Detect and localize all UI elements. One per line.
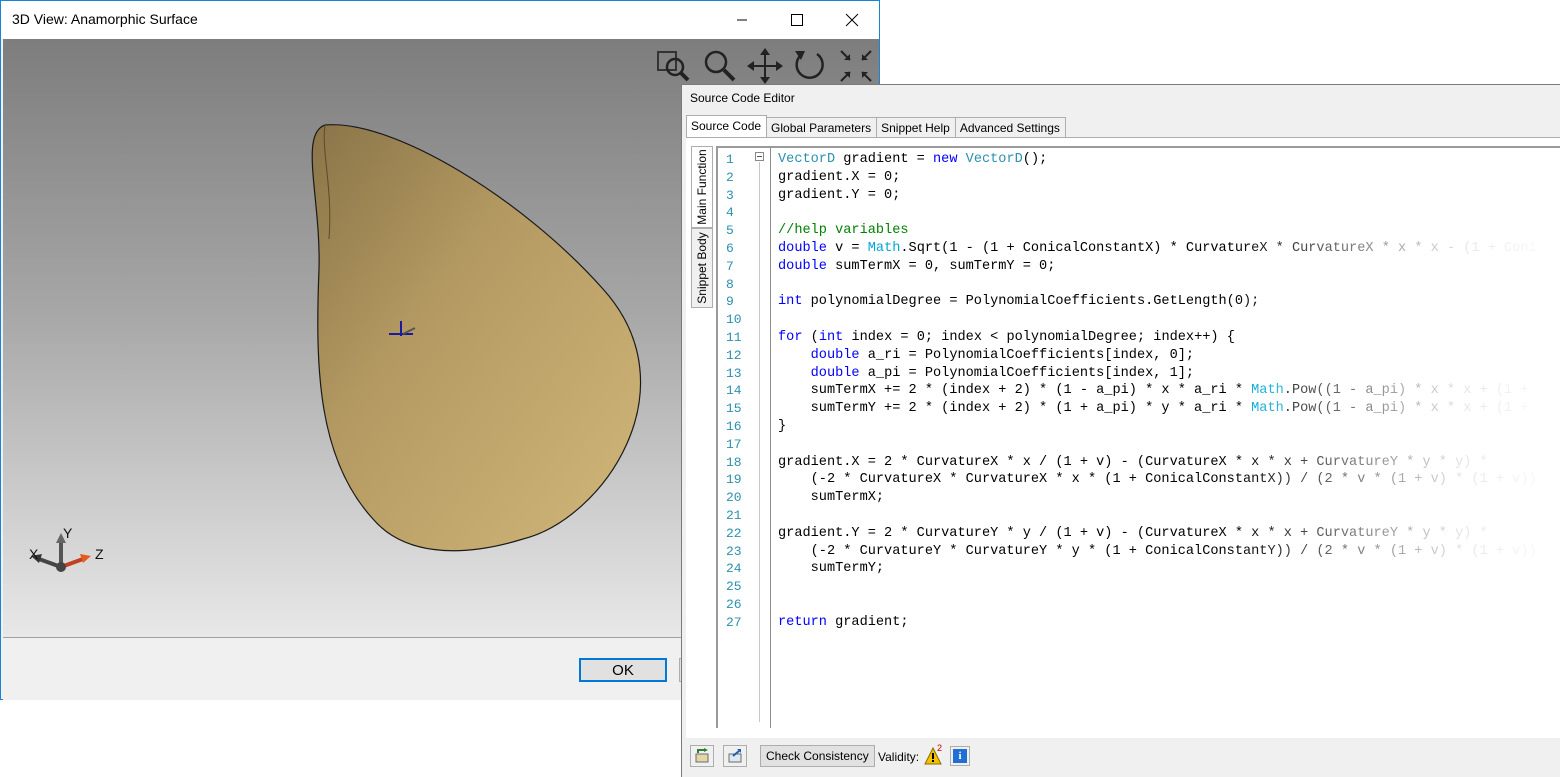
axis-label-x: X: [29, 546, 39, 562]
ok-button[interactable]: OK: [579, 658, 667, 682]
editor-bottom-bar: Check Consistency Validity: 2 i: [686, 743, 1560, 775]
code-editor[interactable]: 1 2 3 4 5 6 7 8 9 10 11 12 13 14 15 16 17 18 19 20 21 22 23 24 2…: [716, 146, 1560, 728]
info-icon: i: [953, 749, 967, 763]
import-icon: [695, 748, 709, 763]
line-number: 8: [726, 276, 734, 292]
code-line: return gradient;: [778, 614, 909, 630]
code-line: (-2 * CurvatureY * CurvatureY * y * (1 +…: [778, 543, 1537, 559]
minimize-button[interactable]: [714, 1, 770, 39]
code-line: gradient.Y = 0;: [778, 187, 901, 203]
side-tab-label: Main Function: [695, 149, 709, 225]
line-number: 15: [726, 401, 742, 417]
side-tab-snippet-body[interactable]: Snippet Body: [691, 228, 713, 308]
editor-fade-overlay: [1233, 148, 1560, 728]
minimize-icon: [737, 19, 747, 21]
source-code-panel: Main Function Snippet Body 1 2 3 4 5 6 7 8 9 10 11…: [686, 137, 1560, 738]
line-number: 26: [726, 597, 742, 612]
code-line: sumTermX += 2 * (index + 2) * (1 - a_pi)…: [778, 383, 1529, 399]
code-line: sumTermY += 2 * (index + 2) * (1 + a_pi)…: [778, 401, 1529, 417]
line-number: 18: [726, 454, 742, 470]
line-number: 27: [726, 614, 742, 630]
line-number: 21: [726, 508, 742, 523]
code-line: }: [778, 419, 787, 434]
line-number: 20: [726, 490, 742, 506]
side-tab-label: Snippet Body: [695, 232, 709, 304]
side-tab-main-function[interactable]: Main Function: [691, 146, 713, 228]
line-number: 5: [726, 223, 734, 239]
close-button[interactable]: [824, 1, 880, 39]
info-button[interactable]: i: [950, 746, 970, 766]
line-number: 1: [726, 152, 734, 167]
line-number: 9: [726, 294, 734, 310]
code-line: gradient.Y = 2 * CurvatureY * y / (1 + v…: [778, 525, 1488, 541]
editor-tabs: Source Code Global Parameters Snippet He…: [686, 115, 1066, 141]
code-line: double sumTermX = 0, sumTermY = 0;: [778, 258, 1056, 274]
line-number: 14: [726, 383, 742, 399]
import-button[interactable]: [690, 745, 714, 767]
fold-guide: [759, 162, 760, 722]
line-number: 10: [726, 312, 742, 328]
line-number: 6: [726, 241, 734, 256]
export-button[interactable]: [723, 745, 747, 767]
code-line: sumTermY;: [778, 561, 885, 577]
line-number: 12: [726, 347, 742, 363]
maximize-button[interactable]: [769, 1, 825, 39]
line-number: 2: [726, 169, 734, 185]
code-line: double a_pi = PolynomialCoefficients[ind…: [810, 365, 1195, 381]
line-number: 19: [726, 472, 742, 488]
source-code-editor-window: Source Code Editor Source Code Global Pa…: [681, 84, 1560, 777]
code-line: double a_ri = PolynomialCoefficients[ind…: [810, 347, 1195, 363]
code-line: gradient.X = 0;: [778, 169, 901, 185]
editor-title: Source Code Editor: [690, 91, 795, 105]
line-number: 16: [726, 419, 742, 434]
validity-label: Validity:: [878, 750, 920, 764]
line-number: 11: [726, 330, 742, 345]
line-number: 25: [726, 579, 742, 595]
code-line: sumTermX;: [778, 490, 885, 506]
line-number: 13: [726, 365, 742, 381]
code-line: int polynomialDegree = PolynomialCoeffic…: [778, 294, 1260, 310]
line-number: 3: [726, 187, 734, 203]
title-bar: 3D View: Anamorphic Surface: [1, 1, 879, 39]
code-line: //help variables: [778, 223, 909, 239]
line-number: 17: [726, 436, 742, 452]
line-number: 4: [726, 205, 734, 221]
warning-count: 2: [937, 743, 943, 753]
axis-label-y: Y: [63, 525, 73, 541]
check-consistency-button[interactable]: Check Consistency: [760, 745, 875, 767]
code-line: VectorD gradient = new VectorD();: [778, 152, 1048, 167]
axis-triad-icon: Y X Z: [29, 525, 104, 572]
line-number: 7: [726, 258, 734, 274]
close-icon: [845, 13, 859, 27]
code-line: (-2 * CurvatureX * CurvatureX * x * (1 +…: [778, 472, 1537, 488]
fold-toggle-icon[interactable]: [755, 152, 764, 161]
export-icon: [728, 749, 742, 763]
axis-label-z: Z: [95, 546, 104, 562]
code-line: for (int index = 0; index < polynomialDe…: [778, 330, 1235, 345]
maximize-icon: [791, 14, 803, 26]
window-title: 3D View: Anamorphic Surface: [12, 11, 198, 27]
line-number-gutter: 1 2 3 4 5 6 7 8 9 10 11 12 13 14 15 16 17 18 19 20 21 22 23 24 2…: [718, 148, 771, 728]
line-number: 23: [726, 543, 742, 559]
code-line: gradient.X = 2 * CurvatureX * x / (1 + v…: [778, 454, 1488, 470]
line-number: 24: [726, 561, 742, 577]
line-number: 22: [726, 525, 742, 541]
code-line: double v = Math.Sqrt(1 - (1 + ConicalCon…: [778, 241, 1537, 256]
